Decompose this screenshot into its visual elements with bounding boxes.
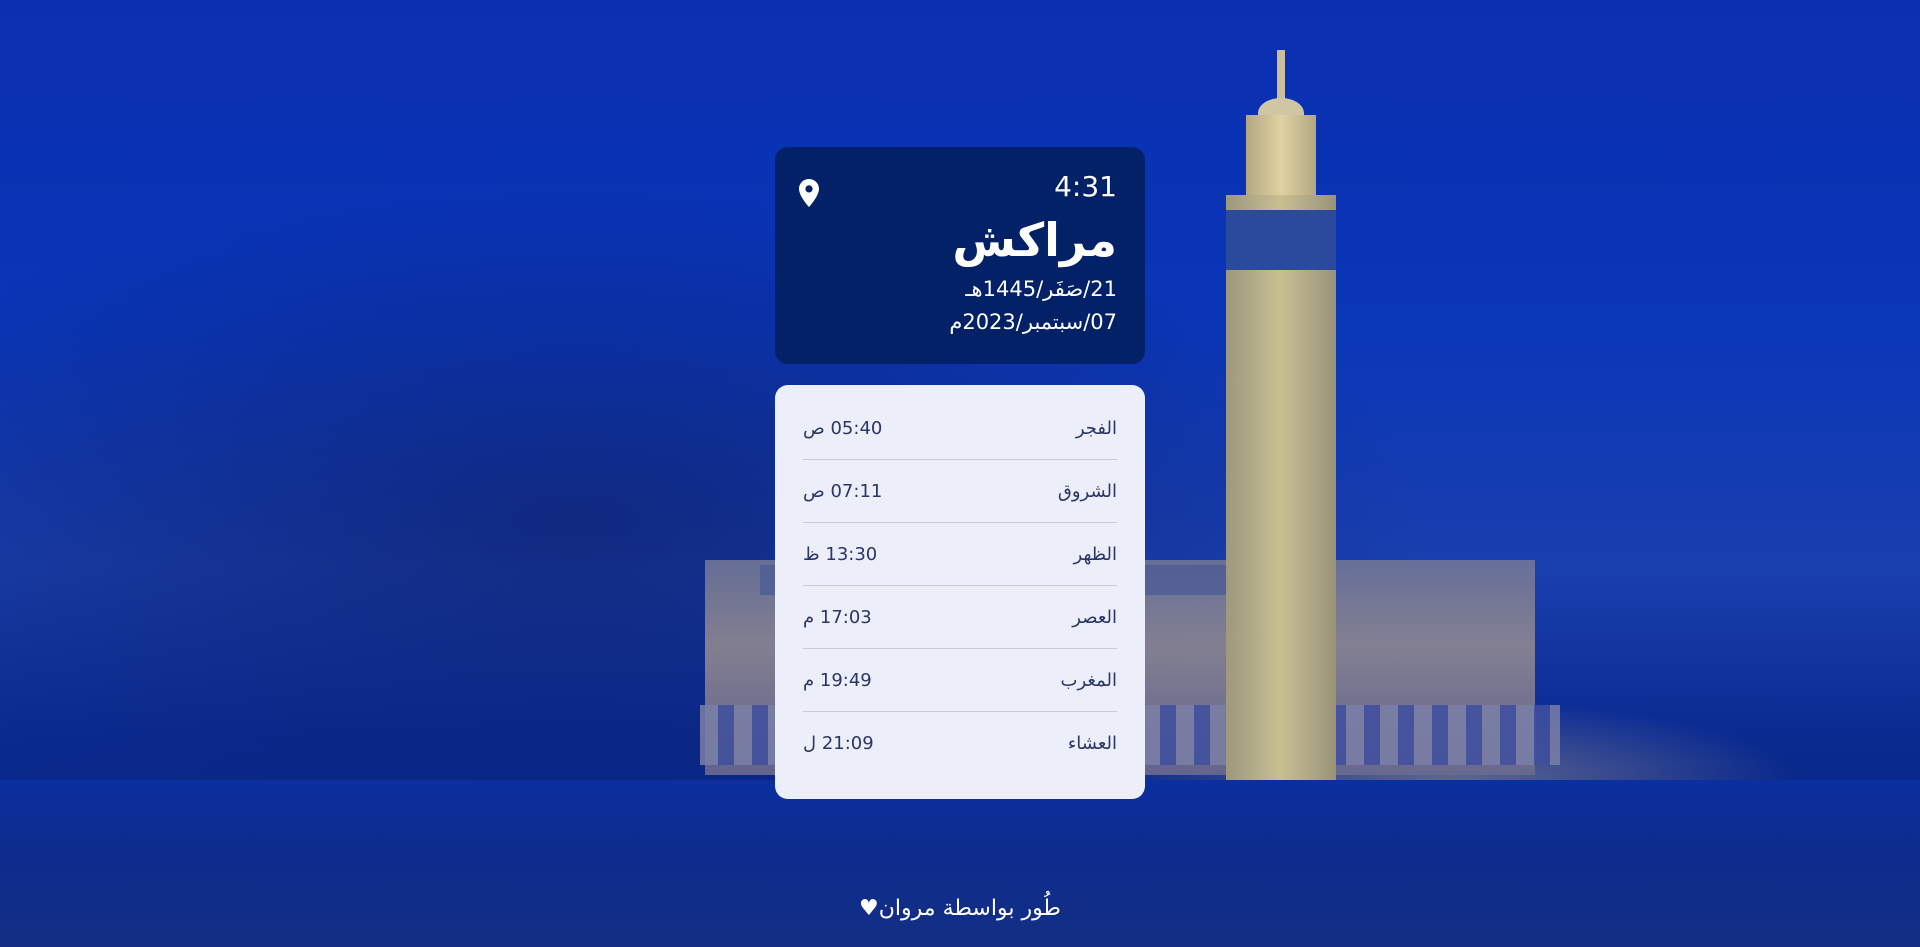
prayer-row-dhuhr: 13:30 ظ الظهر	[803, 523, 1117, 586]
minaret	[1226, 195, 1336, 785]
location-card: 4:31 مراكش 21/صَفَر/1445هـ 07/سبتمبر/202…	[775, 147, 1145, 364]
footer-credit: طُور بواسطة مروان♥	[859, 896, 1061, 921]
prayer-row-isha: 21:09 ل العشاء	[803, 712, 1117, 774]
map-pin-icon[interactable]	[799, 179, 819, 207]
prayer-time: 13:30 ظ	[803, 543, 878, 565]
prayer-name: العشاء	[1067, 732, 1117, 754]
prayer-name: الفجر	[1075, 417, 1117, 439]
prayer-row-fajr: 05:40 ص الفجر	[803, 397, 1117, 460]
prayer-name: المغرب	[1060, 669, 1117, 691]
prayer-row-sunrise: 07:11 ص الشروق	[803, 460, 1117, 523]
minaret-lantern	[1246, 115, 1316, 205]
hijri-date: 21/صَفَر/1445هـ	[965, 277, 1117, 301]
prayer-time: 17:03 م	[803, 606, 872, 628]
prayer-time: 07:11 ص	[803, 480, 883, 502]
prayer-name: الظهر	[1073, 543, 1117, 565]
prayer-times-card: 05:40 ص الفجر 07:11 ص الشروق 13:30 ظ الظ…	[775, 385, 1145, 799]
prayer-name: العصر	[1072, 606, 1117, 628]
gregorian-date: 07/سبتمبر/2023م	[949, 310, 1117, 334]
city-name: مراكش	[952, 213, 1117, 267]
prayer-time: 19:49 م	[803, 669, 872, 691]
current-time: 4:31	[1054, 170, 1117, 203]
sea	[0, 780, 1920, 947]
prayer-row-maghrib: 19:49 م المغرب	[803, 649, 1117, 712]
prayer-time: 21:09 ل	[803, 732, 874, 754]
prayer-time: 05:40 ص	[803, 417, 883, 439]
minaret-spire	[1277, 50, 1285, 100]
minaret-band	[1226, 210, 1336, 270]
prayer-row-asr: 17:03 م العصر	[803, 586, 1117, 649]
prayer-name: الشروق	[1057, 480, 1117, 502]
